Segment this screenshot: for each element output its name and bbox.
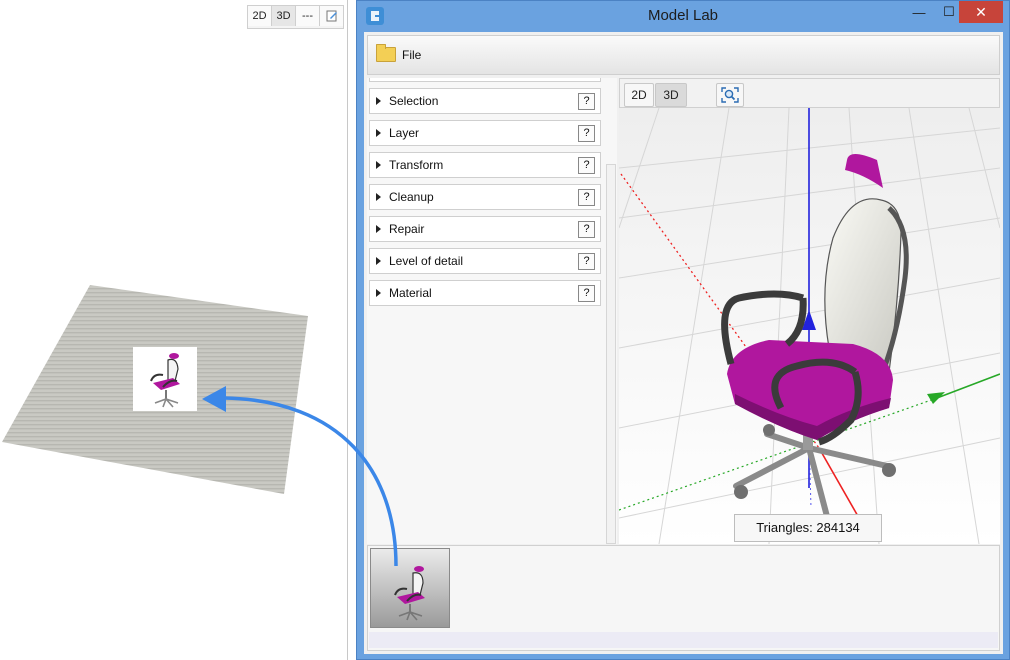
view-2d-button[interactable]: 2D (624, 83, 654, 107)
section-layer[interactable]: Layer ? (369, 120, 601, 146)
title-bar[interactable]: Model Lab — ☐ ✕ (357, 1, 1009, 31)
model-lab-window: Model Lab — ☐ ✕ File Selection ? Layer ? (356, 0, 1010, 660)
model-thumbnail[interactable] (370, 548, 450, 628)
model-thumbnail-strip (367, 545, 1000, 651)
help-button[interactable]: ? (578, 124, 595, 142)
section-label: Cleanup (389, 190, 434, 204)
edit-icon (326, 10, 337, 22)
section-level-of-detail[interactable]: Level of detail ? (369, 248, 601, 274)
expand-triangle-icon (376, 257, 381, 265)
expand-triangle-icon (376, 161, 381, 169)
expand-triangle-icon (376, 97, 381, 105)
zoom-fit-button[interactable] (716, 83, 744, 107)
left-view-toolbar: 2D 3D --- (247, 5, 344, 29)
collapsed-section-stub (369, 78, 601, 82)
section-label: Repair (389, 222, 425, 236)
help-button[interactable]: ? (578, 284, 595, 302)
minimize-button[interactable]: — (904, 1, 934, 23)
section-label: Selection (389, 94, 439, 108)
help-button[interactable]: ? (578, 92, 595, 110)
window-client-area: File Selection ? Layer ? Transform ? Cle… (364, 32, 1003, 654)
view-3d-button[interactable]: 3D (655, 83, 687, 107)
left-line-style-button[interactable]: --- (296, 6, 320, 26)
zoom-extents-icon (721, 87, 739, 103)
help-button[interactable]: ? (578, 156, 595, 174)
help-button[interactable]: ? (578, 220, 595, 238)
expand-triangle-icon (376, 193, 381, 201)
chair-icon (394, 566, 425, 621)
help-button[interactable]: ? (578, 252, 595, 270)
chair-icon (150, 353, 180, 408)
section-label: Level of detail (389, 254, 464, 268)
help-button[interactable]: ? (578, 188, 595, 206)
ground-plane (2, 285, 308, 494)
expand-triangle-icon (376, 289, 381, 297)
placed-model-thumbnail[interactable] (133, 347, 197, 411)
file-menu[interactable]: File (376, 44, 422, 62)
3d-viewport[interactable]: Triangles: 284134 (619, 108, 1000, 544)
panel-scrollbar[interactable] (606, 164, 616, 544)
section-label: Layer (389, 126, 420, 140)
close-button[interactable]: ✕ (959, 1, 1003, 23)
viewport-scene (619, 108, 1000, 544)
menu-bar: File (367, 35, 1000, 75)
strip-footer (369, 632, 998, 648)
triangle-count-label: Triangles: 284134 (734, 514, 882, 542)
section-selection[interactable]: Selection ? (369, 88, 601, 114)
expand-triangle-icon (376, 225, 381, 233)
expand-triangle-icon (376, 129, 381, 137)
section-cleanup[interactable]: Cleanup ? (369, 184, 601, 210)
section-label: Transform (389, 158, 444, 172)
left-2d-button[interactable]: 2D (248, 6, 272, 26)
viewport-toolbar: 2D 3D (619, 78, 1000, 108)
scene-divider (347, 0, 348, 660)
tools-panel: Selection ? Layer ? Transform ? Cleanup … (367, 78, 617, 544)
left-3d-button[interactable]: 3D (272, 6, 296, 26)
section-label: Material (389, 286, 432, 300)
left-edit-button[interactable] (320, 6, 343, 26)
file-menu-label: File (402, 47, 422, 62)
section-material[interactable]: Material ? (369, 280, 601, 306)
folder-icon (376, 44, 396, 62)
section-repair[interactable]: Repair ? (369, 216, 601, 242)
section-transform[interactable]: Transform ? (369, 152, 601, 178)
